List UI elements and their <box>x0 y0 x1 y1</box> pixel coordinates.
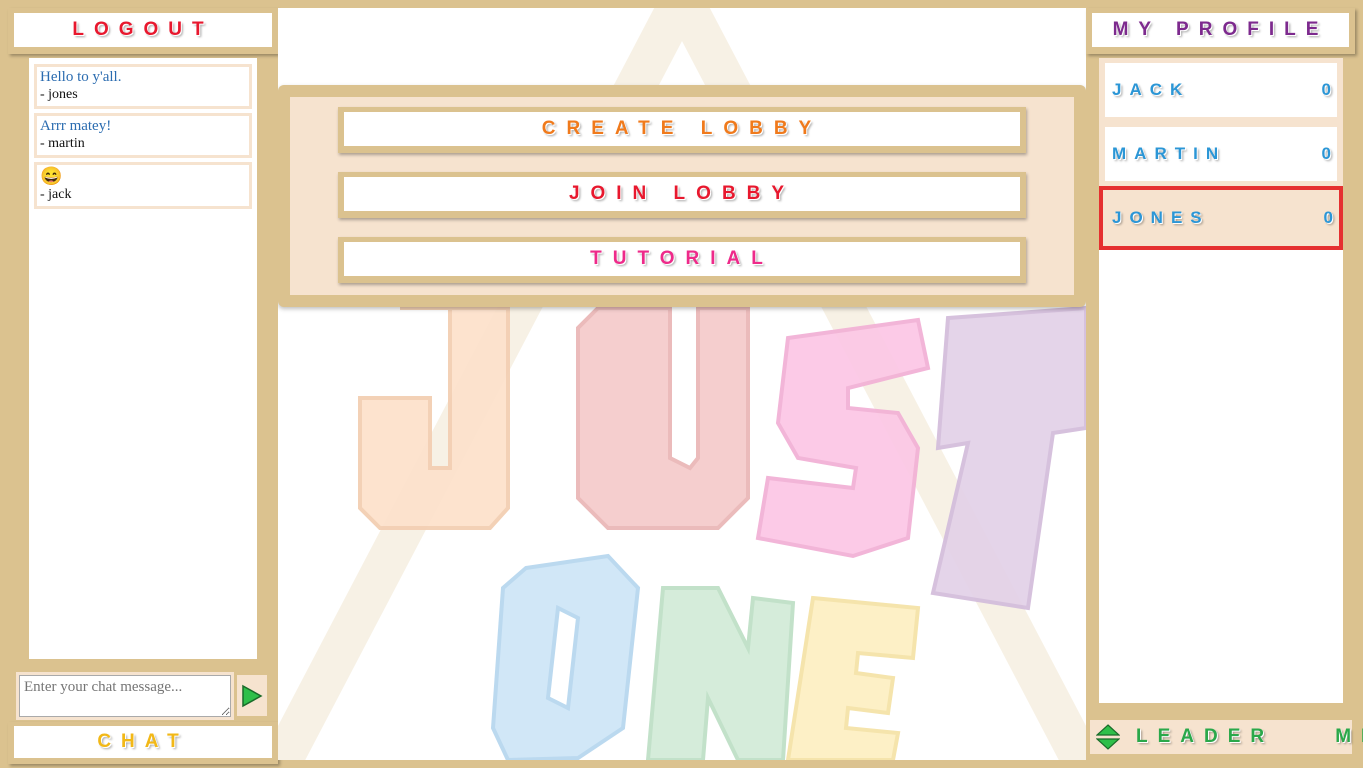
chat-message-text: Arrr matey! <box>40 118 112 134</box>
tutorial-button[interactable]: TUTORIAL <box>338 237 1026 283</box>
join-lobby-button[interactable]: JOIN LOBBY <box>338 172 1026 218</box>
player-row-martin[interactable]: MARTIN 0 <box>1099 122 1343 186</box>
chat-column: LOGOUT Hello to y'all. - jones Arrr mate… <box>8 8 278 764</box>
player-card: JONES 0 <box>1103 190 1339 246</box>
logout-button[interactable]: LOGOUT <box>8 8 278 54</box>
player-card: MARTIN 0 <box>1105 127 1337 181</box>
create-lobby-button[interactable]: CREATE LOBBY <box>338 107 1026 153</box>
lobby-menu-panel: CREATE LOBBY JOIN LOBBY TUTORIAL <box>278 85 1086 307</box>
chat-message: Hello to y'all. - jones <box>34 64 252 109</box>
my-profile-button[interactable]: MY PROFILE <box>1086 8 1355 54</box>
logout-label[interactable]: LOGOUT <box>14 13 272 47</box>
player-name: MARTIN <box>1112 144 1227 163</box>
player-row-jones[interactable]: JONES 0 <box>1099 186 1343 250</box>
grinning-emoji: 😄 <box>40 166 63 186</box>
chat-label-text: CHAT <box>14 726 272 758</box>
chat-message-author: - jack <box>40 187 72 202</box>
player-row-jack[interactable]: JACK 0 <box>1099 58 1343 122</box>
leaderboard-toggle-bar: LEADER ME <box>1090 720 1363 754</box>
player-score: 0 <box>1323 208 1333 227</box>
chat-message-text: Hello to y'all. <box>40 69 122 85</box>
chat-message-author: - jones <box>40 87 78 102</box>
player-score: 0 <box>1321 80 1331 99</box>
my-profile-label[interactable]: MY PROFILE <box>1092 13 1349 47</box>
player-card: JACK 0 <box>1105 63 1337 117</box>
main-area: CREATE LOBBY JOIN LOBBY TUTORIAL <box>278 8 1086 760</box>
player-name: JONES <box>1112 208 1210 227</box>
sort-up-down-icon[interactable] <box>1096 724 1120 750</box>
chat-section-label: CHAT <box>8 722 278 764</box>
chat-input-container <box>16 672 234 720</box>
lobby-menu-inner: CREATE LOBBY JOIN LOBBY TUTORIAL <box>290 97 1074 295</box>
chat-message: 😄 - jack <box>34 162 252 209</box>
leaderboard-label[interactable]: LEADER ME <box>1136 726 1363 748</box>
chat-message-list[interactable]: Hello to y'all. - jones Arrr matey! - ma… <box>29 58 257 659</box>
play-triangle-icon <box>242 684 263 707</box>
chat-message: Arrr matey! - martin <box>34 113 252 158</box>
send-message-button[interactable] <box>237 675 267 716</box>
chat-message-author: - martin <box>40 136 85 151</box>
chat-message-input[interactable] <box>19 675 231 717</box>
player-name: JACK <box>1112 80 1191 99</box>
player-score: 0 <box>1321 144 1331 163</box>
players-column: MY PROFILE JACK 0 MARTIN 0 JONES 0 LEADE… <box>1086 8 1363 760</box>
join-lobby-label[interactable]: JOIN LOBBY <box>344 177 1020 211</box>
create-lobby-label[interactable]: CREATE LOBBY <box>344 112 1020 146</box>
tutorial-label[interactable]: TUTORIAL <box>344 242 1020 276</box>
player-list: JACK 0 MARTIN 0 JONES 0 <box>1099 58 1343 703</box>
